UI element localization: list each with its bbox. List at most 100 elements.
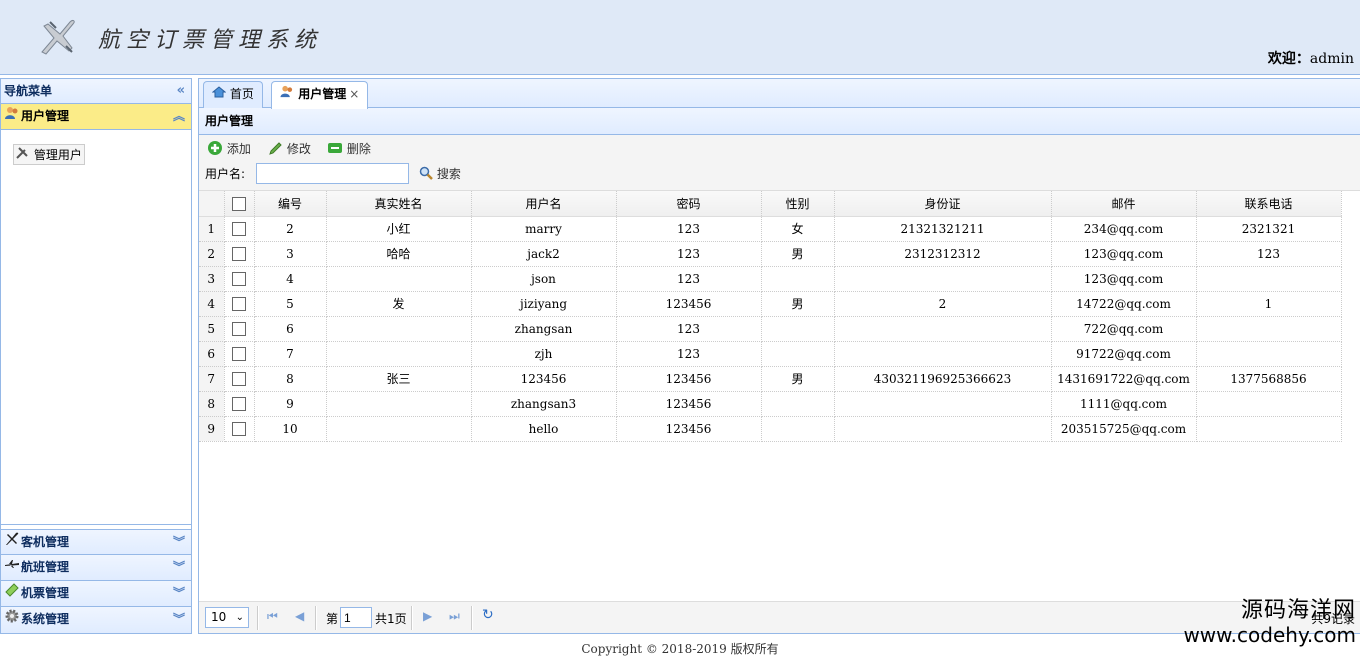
cell-phone: 1377568856 <box>1196 366 1342 392</box>
cell-realname: 小红 <box>326 216 472 242</box>
watermark-line1: 源码海洋网 <box>1240 598 1356 623</box>
table-row[interactable]: 9 10 hello 123456 203515725@qq.com <box>199 416 1342 442</box>
first-page-icon[interactable]: ⏮ <box>267 609 278 624</box>
cell-username: hello <box>471 416 617 442</box>
cell-password: 123 <box>616 241 762 267</box>
column-header-username[interactable]: 用户名 <box>471 191 617 217</box>
collapse-sidebar-icon[interactable]: « <box>177 79 185 103</box>
column-header-realname[interactable]: 真实姓名 <box>326 191 472 217</box>
edit-button[interactable]: 修改 <box>268 140 311 158</box>
row-checkbox[interactable] <box>232 421 246 436</box>
row-select-cell <box>224 366 255 392</box>
row-checkbox[interactable] <box>232 396 246 411</box>
chevron-down-icon[interactable]: ︾ <box>173 581 185 606</box>
row-select-cell <box>224 341 255 367</box>
sidebar-section-label: 系统管理 <box>21 612 70 626</box>
cell-password: 123 <box>616 266 762 292</box>
table-row[interactable]: 4 5 发 jiziyang 123456 男 2 14722@qq.com 1 <box>199 291 1342 317</box>
tab-user-management[interactable]: 用户管理 × <box>271 81 369 109</box>
row-checkbox[interactable] <box>232 221 246 236</box>
cell-id: 4 <box>254 266 327 292</box>
app-title: 航空订票管理系统 <box>98 28 323 53</box>
chevron-down-icon[interactable]: ︾ <box>173 555 185 580</box>
cell-realname <box>326 416 472 442</box>
cell-email: 123@qq.com <box>1051 266 1197 292</box>
sidebar-section-ticket-management[interactable]: 机票管理 ︾ <box>1 581 191 607</box>
row-select-cell <box>224 391 255 417</box>
column-header-password[interactable]: 密码 <box>616 191 762 217</box>
cell-email: 203515725@qq.com <box>1051 416 1197 442</box>
row-select-cell <box>224 291 255 317</box>
cell-password: 123456 <box>616 391 762 417</box>
delete-button[interactable]: 删除 <box>327 140 371 158</box>
column-header-idcard[interactable]: 身份证 <box>834 191 1052 217</box>
cell-id: 8 <box>254 366 327 392</box>
table-row[interactable]: 7 8 张三 123456 123456 男 430321196925366623 14316… <box>199 366 1342 392</box>
cell-id: 6 <box>254 316 327 342</box>
sidebar-section-aircraft-management[interactable]: 客机管理 ︾ <box>1 529 191 555</box>
row-checkbox[interactable] <box>232 271 246 286</box>
watermark-line2: www.codehy.com <box>1183 623 1356 647</box>
column-header-phone[interactable]: 联系电话 <box>1196 191 1342 217</box>
cell-realname <box>326 316 472 342</box>
tab-label: 用户管理 <box>298 87 347 101</box>
table-row[interactable]: 6 7 zjh 123 91722@qq.com <box>199 341 1342 367</box>
table-row[interactable]: 3 4 json 123 123@qq.com <box>199 266 1342 292</box>
cell-password: 123 <box>616 216 762 242</box>
last-page-icon[interactable]: ⏭ <box>449 609 460 624</box>
previous-page-icon[interactable]: ◀ <box>295 609 304 623</box>
chevron-down-icon[interactable]: ︾ <box>173 607 185 632</box>
sidebar-item-manage-users[interactable]: 管理用户 <box>13 144 85 165</box>
pencil-icon <box>268 142 287 156</box>
add-button[interactable]: 添加 <box>207 140 251 158</box>
row-checkbox[interactable] <box>232 296 246 311</box>
chevron-up-icon[interactable]: ︽ <box>173 104 185 129</box>
cell-id: 10 <box>254 416 327 442</box>
sidebar-section-flight-management[interactable]: 航班管理 ︾ <box>1 555 191 581</box>
sidebar-section-body-user-management: 管理用户 <box>1 130 191 525</box>
table-row[interactable]: 8 9 zhangsan3 123456 1111@qq.com <box>199 391 1342 417</box>
chevron-down-icon[interactable]: ︾ <box>173 530 185 555</box>
refresh-icon[interactable]: ↻ <box>482 607 494 623</box>
page-size-select[interactable]: 10 ⌄ <box>205 607 249 628</box>
cell-idcard <box>834 341 1052 367</box>
cell-phone <box>1196 341 1342 367</box>
pager-separator <box>257 606 259 630</box>
add-button-label: 添加 <box>226 142 251 156</box>
home-icon <box>211 86 230 101</box>
table-row[interactable]: 2 3 哈哈 jack2 123 男 2312312312 123@qq.com 123 <box>199 241 1342 267</box>
select-all-checkbox[interactable] <box>232 196 246 211</box>
next-page-icon[interactable]: ▶ <box>423 609 432 623</box>
cell-username: json <box>471 266 617 292</box>
page-size-value: 10 <box>211 610 227 624</box>
table-header-row: 编号 真实姓名 用户名 密码 性别 身份证 邮件 联系电话 <box>199 191 1342 217</box>
column-header-email[interactable]: 邮件 <box>1051 191 1197 217</box>
table-row[interactable]: 1 2 小红 marry 123 女 21321321211 234@qq.com 232132… <box>199 216 1342 242</box>
sidebar-collapsed-sections: 客机管理 ︾ 航班管理 ︾ 机票管理 ︾ 系统管理 ︾ <box>1 529 191 633</box>
sidebar-section-user-management[interactable]: 用户管理 ︽ <box>1 104 191 130</box>
search-username-input[interactable] <box>256 163 409 184</box>
table-row[interactable]: 5 6 zhangsan 123 722@qq.com <box>199 316 1342 342</box>
cell-phone <box>1196 416 1342 442</box>
search-username-label: 用户名: <box>205 167 246 181</box>
row-number: 9 <box>199 416 225 442</box>
search-button[interactable]: 搜索 <box>419 165 461 182</box>
row-number-header <box>199 191 225 217</box>
row-checkbox[interactable] <box>232 371 246 386</box>
row-checkbox[interactable] <box>232 346 246 361</box>
tab-home[interactable]: 首页 <box>203 81 263 108</box>
column-header-gender[interactable]: 性别 <box>761 191 835 217</box>
row-number: 6 <box>199 341 225 367</box>
row-checkbox[interactable] <box>232 321 246 336</box>
cell-phone <box>1196 266 1342 292</box>
cell-id: 2 <box>254 216 327 242</box>
sidebar-section-system-management[interactable]: 系统管理 ︾ <box>1 607 191 633</box>
cell-id: 9 <box>254 391 327 417</box>
row-checkbox[interactable] <box>232 246 246 261</box>
column-header-id[interactable]: 编号 <box>254 191 327 217</box>
close-tab-icon[interactable]: × <box>349 87 359 101</box>
cell-email: 1431691722@qq.com <box>1051 366 1197 392</box>
cell-phone <box>1196 391 1342 417</box>
row-number: 4 <box>199 291 225 317</box>
page-number-input[interactable] <box>340 607 372 628</box>
